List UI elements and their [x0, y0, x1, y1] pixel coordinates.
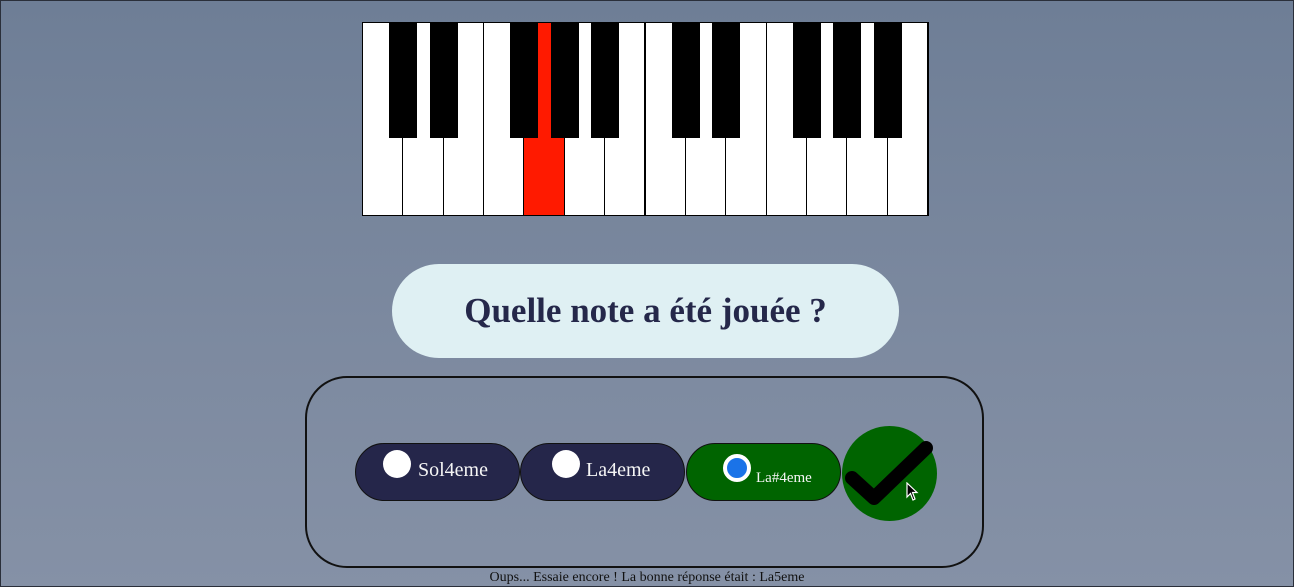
black-key[interactable]	[792, 23, 821, 138]
radio-sol4eme[interactable]	[383, 450, 411, 478]
black-key[interactable]	[833, 23, 862, 138]
question-text: Quelle note a été jouée ?	[464, 291, 827, 330]
option-label: Sol4eme	[418, 459, 488, 481]
black-key[interactable]	[873, 23, 902, 138]
black-key[interactable]	[671, 23, 700, 138]
black-key[interactable]	[510, 23, 539, 138]
feedback-message: Oups... Essaie encore ! La bonne réponse…	[489, 570, 805, 585]
piano-keyboard	[362, 22, 929, 216]
option-label: La#4eme	[756, 470, 812, 486]
option-label: La4eme	[586, 459, 651, 481]
option-la4eme[interactable]: La4eme	[520, 443, 685, 501]
black-key[interactable]	[712, 23, 741, 138]
option-la-sharp-4eme[interactable]: La#4eme	[686, 443, 841, 501]
validate-button[interactable]	[842, 426, 937, 521]
black-key[interactable]	[591, 23, 620, 138]
radio-la-sharp-4eme[interactable]	[723, 454, 751, 482]
mouse-cursor-icon	[906, 482, 919, 501]
black-key[interactable]	[429, 23, 458, 138]
option-sol4eme[interactable]: Sol4eme	[355, 443, 520, 501]
black-key[interactable]	[550, 23, 579, 138]
black-key[interactable]	[389, 23, 418, 138]
radio-la4eme[interactable]	[552, 450, 580, 478]
checkmark-icon	[845, 441, 933, 505]
question-banner: Quelle note a été jouée ?	[392, 264, 899, 358]
